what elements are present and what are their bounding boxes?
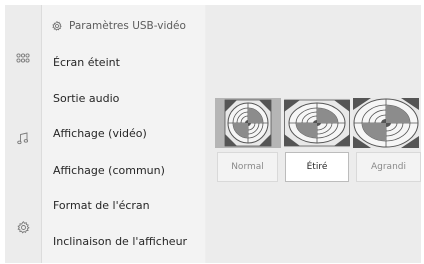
- gear-icon[interactable]: [5, 212, 41, 242]
- menu-item-affichage-video[interactable]: Affichage (vidéo): [42, 115, 205, 151]
- menu-title: Paramètres USB-vidéo: [69, 20, 186, 32]
- menu-header: Paramètres USB-vidéo: [52, 18, 186, 34]
- apps-grid-icon[interactable]: [5, 43, 41, 73]
- aspect-previews: [215, 98, 421, 148]
- menu-item-label: Affichage (vidéo): [53, 126, 147, 140]
- menu-item-ecran-eteint[interactable]: Écran éteint: [42, 44, 205, 80]
- menu-item-label: Format de l'écran: [53, 198, 150, 212]
- settings-menu: Paramètres USB-vidéo Écran éteint Sortie…: [42, 5, 205, 263]
- preview-agrandi-image: [353, 98, 419, 148]
- menu-item-label: Sortie audio: [53, 91, 120, 105]
- agrandi-button[interactable]: Agrandi: [356, 152, 421, 182]
- screen: Paramètres USB-vidéo Écran éteint Sortie…: [0, 0, 424, 264]
- menu-item-label: Affichage (commun): [53, 163, 165, 177]
- preview-normal-image: [215, 98, 281, 148]
- normal-button[interactable]: Normal: [217, 152, 278, 182]
- menu-item-label: Écran éteint: [53, 55, 120, 69]
- preview-etire-image: [284, 98, 350, 148]
- menu-item-label: Inclinaison de l'afficheur: [53, 234, 188, 248]
- content-area: Normal Étiré Agrandi: [206, 5, 421, 263]
- music-note-icon[interactable]: [5, 123, 41, 153]
- etire-button[interactable]: Étiré: [285, 152, 349, 182]
- aspect-buttons: Normal Étiré Agrandi: [215, 152, 421, 182]
- menu-item-sortie-audio[interactable]: Sortie audio: [42, 80, 205, 116]
- menu-item-affichage-commun[interactable]: Affichage (commun): [42, 152, 205, 188]
- menu-item-inclinaison-afficheur[interactable]: Inclinaison de l'afficheur: [42, 223, 205, 259]
- sidebar-rail: [5, 5, 42, 263]
- menu-item-format-ecran[interactable]: Format de l'écran: [42, 187, 205, 223]
- gear-icon: [52, 21, 62, 31]
